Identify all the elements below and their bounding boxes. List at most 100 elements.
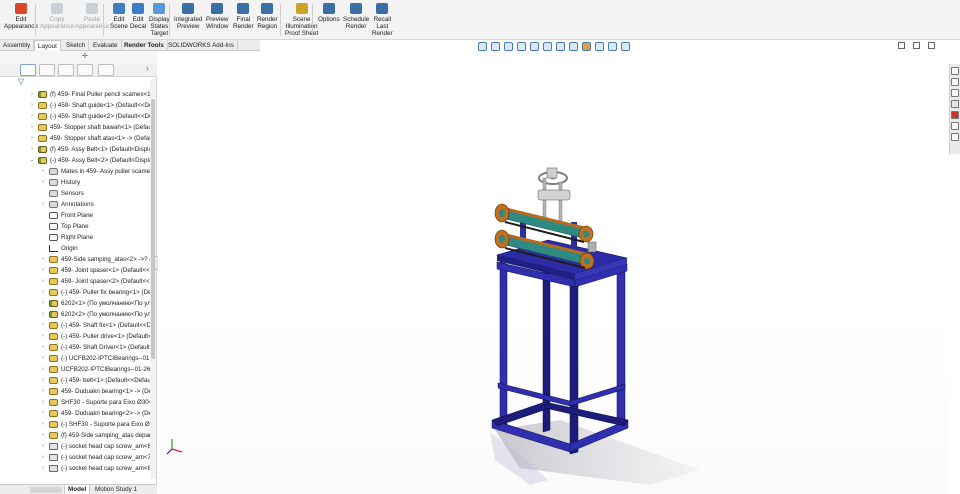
tree-item[interactable]: › (f) 459- Final Puller pencil scamex<1> … — [0, 89, 150, 100]
ribbon-button-illumination[interactable]: Scene Illumination Proof Sheet — [285, 3, 318, 37]
bottom-scroll-arrows[interactable] — [30, 487, 62, 493]
tab-layout[interactable]: Layout — [34, 40, 61, 51]
tree-item[interactable]: › 459- Joint spaser<1> (Default<<Defa — [0, 265, 150, 276]
tree-item[interactable]: › History — [0, 177, 150, 188]
ribbon-button-decal[interactable]: Edit Decal — [130, 3, 146, 30]
ribbon-button-integrated-preview[interactable]: Integrated Preview — [174, 3, 202, 30]
apply-scene-icon[interactable] — [595, 42, 604, 51]
expand-arrow-icon[interactable]: › — [40, 364, 46, 375]
expand-arrow-icon[interactable]: › — [40, 452, 46, 463]
tab-evaluate[interactable]: Evaluate — [90, 40, 122, 51]
ribbon-button-options[interactable]: Options — [318, 3, 340, 23]
expand-arrow-icon[interactable]: › — [40, 265, 46, 276]
tree-item[interactable]: › (-) 459- Shaft guide<1> (Default<<Defa — [0, 100, 150, 111]
pin-icon[interactable]: ✛ — [82, 52, 88, 60]
tree-item[interactable]: › (-) socket head cap screw_am<8> (E — [0, 463, 150, 474]
tree-item[interactable]: › (-) socket head cap screw_am<7> (E — [0, 452, 150, 463]
property-manager-tab[interactable] — [39, 64, 55, 76]
tree-item[interactable]: › (-) 459- Shaft Driver<1> (Default<<D — [0, 342, 150, 353]
tab-render-tools[interactable]: Render Tools — [121, 40, 168, 51]
expand-arrow-icon[interactable]: › — [40, 298, 46, 309]
design-library-icon[interactable] — [951, 78, 959, 86]
expand-arrow-icon[interactable]: › — [29, 100, 35, 111]
ribbon-button-schedule-render[interactable]: Schedule Render — [343, 3, 369, 30]
tree-item[interactable]: › (-) SHF30 - Suporte para Eixo Ø30<2 — [0, 419, 150, 430]
display-manager-tab[interactable] — [98, 64, 114, 76]
expand-arrow-icon[interactable]: › — [40, 463, 46, 474]
tree-item[interactable]: › (-) 459- Shaft fix<1> (Default<<Defa — [0, 320, 150, 331]
ribbon-button-preview-window[interactable]: Preview Window — [206, 3, 228, 30]
feature-manager-tab[interactable] — [20, 64, 36, 76]
dimxpert-manager-tab[interactable] — [77, 64, 93, 76]
expand-arrow-icon[interactable]: › — [40, 419, 46, 430]
tab-solidworks-add-ins[interactable]: SOLIDWORKS Add-Ins — [165, 40, 238, 51]
restore-icon[interactable] — [898, 42, 905, 49]
tree-item[interactable]: Right Plane — [0, 232, 150, 243]
tree-item[interactable]: › (-) UCFB202-IPTCIBearings--01-26-2 — [0, 353, 150, 364]
expand-arrow-icon[interactable]: › — [40, 320, 46, 331]
previous-view-icon[interactable] — [504, 42, 513, 51]
view-orientation-icon[interactable] — [543, 42, 552, 51]
expand-arrow-icon[interactable]: › — [40, 397, 46, 408]
expand-arrow-icon[interactable]: › — [29, 144, 35, 155]
tree-scrollbar[interactable] — [150, 79, 156, 479]
tile-icon[interactable] — [913, 42, 920, 49]
tree-item[interactable]: Front Plane — [0, 210, 150, 221]
scrollbar-thumb[interactable] — [151, 99, 155, 359]
ribbon-button-display-states[interactable]: Display States Target — [149, 3, 170, 37]
expand-arrow-icon[interactable]: › — [29, 111, 35, 122]
solidworks-resources-icon[interactable] — [951, 67, 959, 75]
ribbon-button-final-render[interactable]: Final Render — [233, 3, 254, 30]
expand-arrow-icon[interactable]: › — [40, 441, 46, 452]
zoom-to-fit-icon[interactable] — [478, 42, 487, 51]
tree-item[interactable]: › 459- Stopper shaft bawah<1> (Default<< — [0, 122, 150, 133]
tree-item[interactable]: Sensors — [0, 188, 150, 199]
expand-arrow-icon[interactable]: › — [40, 408, 46, 419]
tab-assembly[interactable]: Assembly — [0, 40, 35, 51]
view-palette-icon[interactable] — [951, 100, 959, 108]
tree-item[interactable]: › Annotations — [0, 199, 150, 210]
ribbon-button-scene[interactable]: Edit Scene — [110, 3, 128, 30]
tree-item[interactable]: › 459-Side samping_atas<2> ->? (Defa — [0, 254, 150, 265]
maximize-icon[interactable] — [928, 42, 935, 49]
tab-sketch[interactable]: Sketch — [63, 40, 90, 51]
tree-item[interactable]: › 459- Joint spaser<2> (Default<<Defa — [0, 276, 150, 287]
expand-arrow-icon[interactable]: › — [29, 89, 35, 100]
solidworks-forum-icon[interactable] — [951, 133, 959, 141]
tree-item[interactable]: › 6202<1> (По умолчанию<По ул — [0, 298, 150, 309]
ribbon-button-render-region[interactable]: Render Region — [257, 3, 278, 30]
tree-item[interactable]: › (-) 459- belt<1> (Default<<Default> — [0, 375, 150, 386]
section-view-icon[interactable] — [517, 42, 526, 51]
tree-item[interactable]: › UCFB202-IPTCIBearings--01-26-202( — [0, 364, 150, 375]
tree-item[interactable]: › Mates in 459- Assy puller scamex — [0, 166, 150, 177]
tree-item[interactable]: ⌄ (-) 459- Assy Belt<2> (Default<Display … — [0, 155, 150, 166]
collapse-arrow-icon[interactable]: ⌄ — [29, 155, 35, 166]
tree-item[interactable]: › (f) 459-Side samping_atas depan<1> — [0, 430, 150, 441]
assembly-model[interactable] — [158, 51, 948, 494]
expand-arrow-icon[interactable]: › — [40, 287, 46, 298]
edit-appearance-icon[interactable] — [582, 42, 591, 51]
expand-arrow-icon[interactable]: › — [40, 276, 46, 287]
expand-arrow-icon[interactable]: › — [40, 342, 46, 353]
expand-arrow-icon[interactable]: › — [40, 386, 46, 397]
file-explorer-icon[interactable] — [951, 89, 959, 97]
tree-item[interactable]: › 459- Stopper shaft atas<1> -> (Default< — [0, 133, 150, 144]
graphics-area[interactable] — [158, 51, 948, 494]
expand-arrow-icon[interactable]: › — [40, 353, 46, 364]
expand-arrow-icon[interactable]: › — [29, 133, 35, 144]
ribbon-button-copy-appearance[interactable]: Copy Appearance — [40, 3, 74, 30]
hide-show-icon[interactable] — [569, 42, 578, 51]
ribbon-button-appearance[interactable]: Edit Appearance — [4, 3, 38, 30]
tree-item[interactable]: › 459- Duduakn bearing<1> -> (Defau — [0, 386, 150, 397]
tab-model[interactable]: Model — [64, 485, 91, 494]
tree-item[interactable]: › (-) 459- Shaft guide<2> (Default<<Defa — [0, 111, 150, 122]
zoom-area-icon[interactable] — [491, 42, 500, 51]
expand-arrow-icon[interactable]: › — [40, 254, 46, 265]
view-settings-icon[interactable] — [608, 42, 617, 51]
expand-tabs-icon[interactable]: › — [146, 64, 149, 73]
tree-item[interactable]: › 459- Duduakn bearing<2> -> (Defau — [0, 408, 150, 419]
tree-item[interactable]: › SHF30 - Suporte para Eixo Ø30<1> ( — [0, 397, 150, 408]
expand-arrow-icon[interactable]: › — [40, 331, 46, 342]
expand-arrow-icon[interactable]: › — [40, 309, 46, 320]
configuration-manager-tab[interactable] — [58, 64, 74, 76]
